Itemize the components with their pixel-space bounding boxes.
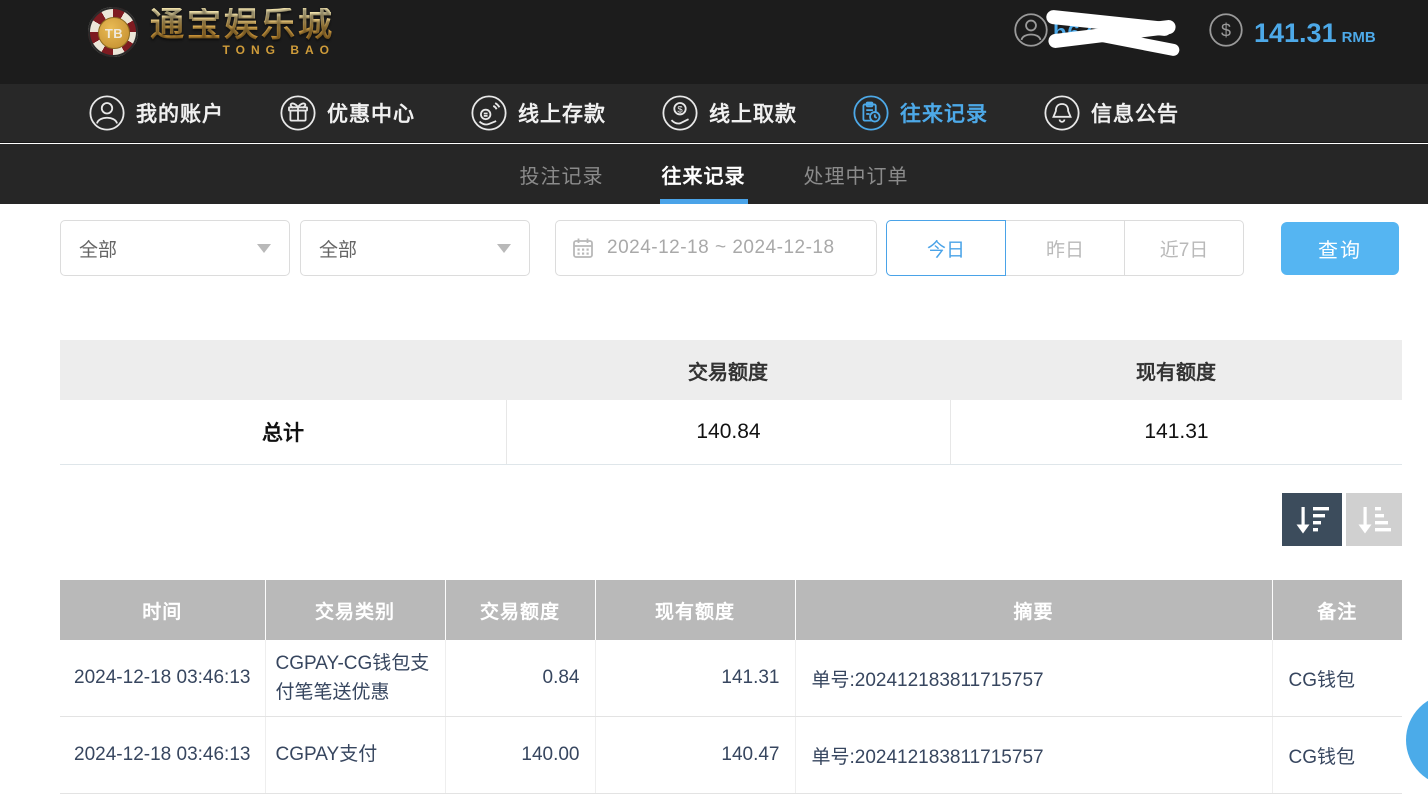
cell-summary: 单号:202412183811715757 [795,717,1272,794]
nav-label: 往来记录 [900,98,988,128]
col-summary: 摘要 [795,580,1272,640]
search-button[interactable]: 查询 [1281,222,1399,275]
nav-label: 优惠中心 [327,98,415,128]
records-header-row: 时间 交易类别 交易额度 现有额度 摘要 备注 [60,580,1402,640]
summary-total-label: 总计 [60,400,506,464]
tab-processing-orders[interactable]: 处理中订单 [804,144,909,204]
sort-asc-button[interactable] [1346,493,1402,546]
quick-range-group: 今日 昨日 近7日 [886,220,1244,276]
cell-time: 2024-12-18 03:46:13 [60,640,265,717]
category-select[interactable]: 全部 [60,220,290,276]
nav-item-announcements[interactable]: 信息公告 [1043,94,1179,132]
nav-item-promotions[interactable]: 优惠中心 [279,94,415,132]
svg-text:$: $ [677,105,683,116]
cell-balance: 140.47 [595,717,795,794]
date-range-input[interactable]: 2024-12-18 ~ 2024-12-18 [555,220,877,276]
subcategory-select[interactable]: 全部 [300,220,530,276]
nav-label: 信息公告 [1091,98,1179,128]
summary-header-empty [60,340,506,400]
chevron-down-icon [257,244,271,253]
summary-balance-total: 141.31 [950,400,1402,464]
summary-header-balance: 现有额度 [950,340,1402,400]
last7days-button[interactable]: 近7日 [1124,220,1244,276]
col-note: 备注 [1272,580,1402,640]
today-button[interactable]: 今日 [886,220,1006,276]
chip-label: TB [98,17,130,49]
summary-header-row: 交易额度 现有额度 [60,340,1402,400]
poker-chip-logo: TB [88,7,138,57]
balance-value: 141.31 [1254,18,1337,48]
main-nav: 我的账户 优惠中心 线上存款 [0,84,1428,143]
deposit-icon [470,94,508,132]
top-header: TB 通宝娱乐城 TONG BAO b67325 $ 141.31RMB [0,0,1428,84]
sort-desc-icon [1293,503,1331,537]
table-row: 2024-12-18 03:46:13 CGPAY支付 140.00 140.4… [60,717,1402,794]
user-icon [88,94,126,132]
brand-text: 通宝娱乐城 TONG BAO [150,8,335,56]
nav-item-withdraw[interactable]: $ 线上取款 [661,94,797,132]
brand-subtitle: TONG BAO [150,44,335,56]
col-amount: 交易额度 [445,580,595,640]
customer-service-float-button[interactable] [1406,694,1428,786]
records-icon [852,94,890,132]
calendar-icon [571,236,595,260]
yesterday-button[interactable]: 昨日 [1005,220,1125,276]
cell-balance: 141.31 [595,640,795,717]
category-select-value: 全部 [79,235,117,262]
balance-amount: 141.31 RMB [1254,18,1376,49]
cell-type: CGPAY支付 [265,717,445,794]
cell-summary: 单号:202412183811715757 [795,640,1272,717]
cell-amount: 140.00 [445,717,595,794]
summary-header-transaction: 交易额度 [506,340,950,400]
cell-type: CGPAY-CG钱包支付笔笔送优惠 [265,640,445,717]
subtab-bar: 投注记录 往来记录 处理中订单 [0,144,1428,204]
svg-text:$: $ [1221,20,1231,40]
cell-amount: 0.84 [445,640,595,717]
cell-note: CG钱包 [1272,717,1402,794]
dollar-icon: $ [1208,12,1244,48]
balance-currency: RMB [1342,29,1376,46]
account-area: b67325 $ 141.31RMB [988,0,1428,84]
tab-betting-records[interactable]: 投注记录 [520,144,604,204]
brand-logo[interactable]: TB 通宝娱乐城 TONG BAO [88,7,335,57]
nav-label: 线上存款 [518,98,606,128]
user-icon [1013,12,1049,48]
nav-item-deposit[interactable]: 线上存款 [470,94,606,132]
gift-icon [279,94,317,132]
cell-note: CG钱包 [1272,640,1402,717]
col-balance: 现有额度 [595,580,795,640]
sort-desc-button[interactable] [1282,493,1342,546]
subcategory-select-value: 全部 [319,235,357,262]
nav-label: 线上取款 [709,98,797,128]
date-range-value: 2024-12-18 ~ 2024-12-18 [607,237,835,259]
nav-item-records[interactable]: 往来记录 [852,94,988,132]
nav-label: 我的账户 [136,98,224,128]
col-type: 交易类别 [265,580,445,640]
sort-asc-icon [1355,503,1393,537]
col-time: 时间 [60,580,265,640]
chevron-down-icon [497,244,511,253]
cell-time: 2024-12-18 03:46:13 [60,717,265,794]
nav-item-my-account[interactable]: 我的账户 [88,94,224,132]
summary-total-row: 总计 140.84 141.31 [60,400,1402,465]
summary-table: 交易额度 现有额度 总计 140.84 141.31 [60,340,1402,465]
tab-transaction-records[interactable]: 往来记录 [662,144,746,204]
bell-icon [1043,94,1081,132]
withdraw-icon: $ [661,94,699,132]
table-row: 2024-12-18 03:46:13 CGPAY-CG钱包支付笔笔送优惠 0.… [60,640,1402,717]
brand-title: 通宝娱乐城 [150,8,335,42]
sort-button-group [1282,493,1402,546]
records-table: 时间 交易类别 交易额度 现有额度 摘要 备注 2024-12-18 03:46… [60,580,1402,794]
summary-transaction-total: 140.84 [506,400,950,464]
